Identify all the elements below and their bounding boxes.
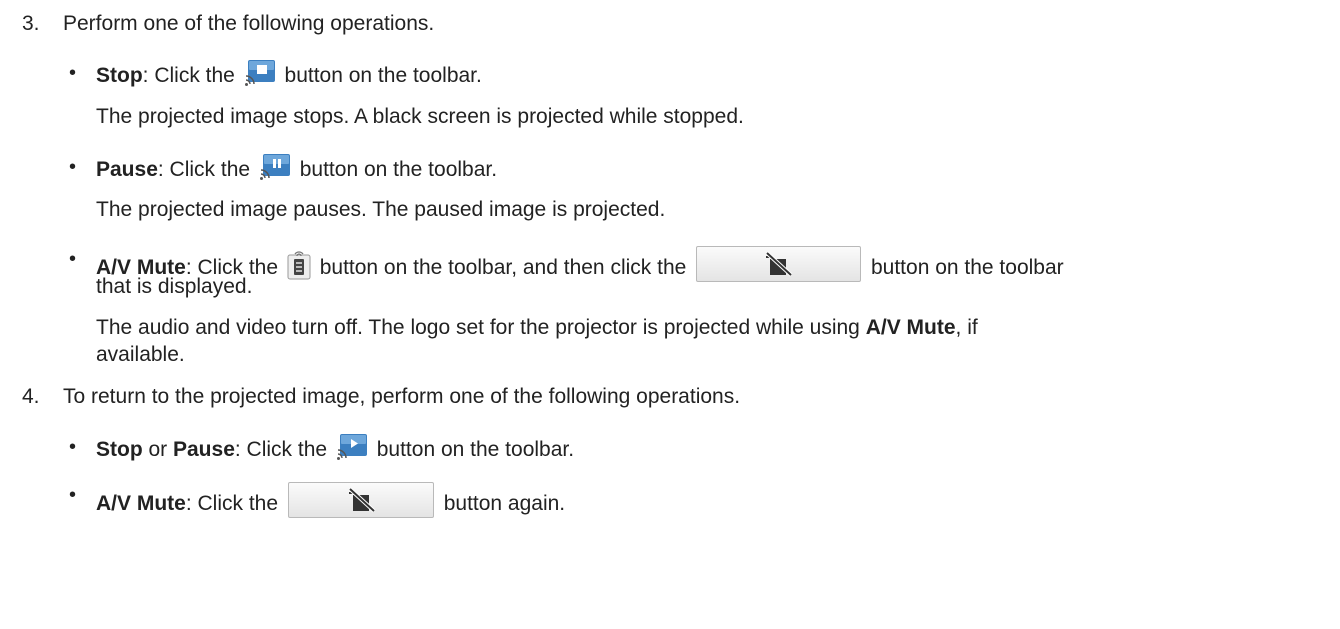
bullet: •: [69, 248, 77, 270]
list-item-pause: Pause: Click the button on the toolbar.: [96, 154, 497, 189]
bullet: •: [69, 484, 77, 506]
step-text: Perform one of the following operations.: [63, 12, 435, 35]
item-label: A/V Mute: [96, 492, 186, 515]
list-item-resume: Stop or Pause: Click the button on the t…: [96, 434, 574, 469]
step-number: 3.: [22, 12, 40, 35]
item-label: Stop: [96, 438, 143, 461]
step-4: 4.: [22, 384, 40, 410]
step-text: To return to the projected image, perfor…: [63, 385, 741, 408]
item-note: The projected image pauses. The paused i…: [96, 198, 666, 221]
start-projection-icon: [336, 434, 368, 469]
bullet: •: [69, 436, 77, 458]
list-item-stop: Stop: Click the button on the toolbar.: [96, 60, 482, 95]
item-label: Pause: [96, 158, 158, 181]
list-item-unmute: A/V Mute: Click the button again.: [96, 482, 565, 518]
item-label: Pause: [173, 438, 235, 461]
av-mute-button: [696, 246, 862, 282]
remote-control-icon: [287, 250, 311, 287]
stop-projection-icon: [244, 60, 276, 95]
item-label: Stop: [96, 64, 143, 87]
av-mute-button: [287, 482, 434, 518]
bullet: •: [69, 62, 77, 84]
pause-projection-icon: [259, 154, 291, 189]
item-note: The audio and video turn off. The logo s…: [96, 316, 978, 339]
step-number: 4.: [22, 385, 40, 408]
step-3: 3.: [22, 11, 40, 37]
item-continuation: that is displayed.: [96, 275, 253, 298]
item-note: The projected image stops. A black scree…: [96, 105, 744, 128]
bullet: •: [69, 156, 77, 178]
item-note-continuation: available.: [96, 343, 185, 366]
av-mute-icon: [348, 487, 376, 513]
av-mute-icon: [765, 251, 793, 277]
